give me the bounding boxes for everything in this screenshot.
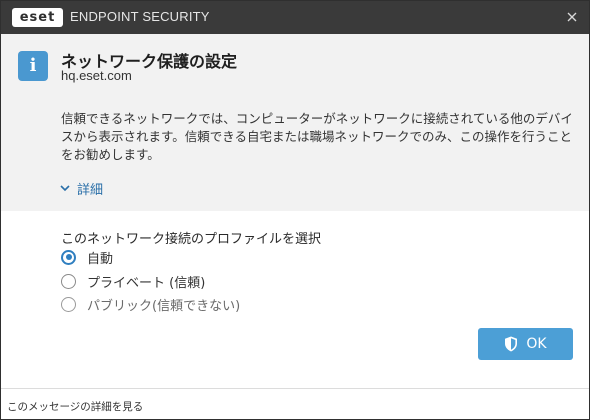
radio-button[interactable] [61,273,76,289]
radio-button[interactable] [61,296,76,312]
app-title: ENDPOINT SECURITY [70,9,210,24]
eset-logo: eset [12,8,63,27]
details-label: 詳細 [77,182,104,198]
dialog-description: 信頼できるネットワークでは、コンピューターがネットワークに接続されている他のデバ… [61,111,573,162]
radio-option-label: プライベート (信頼) [87,275,206,291]
radio-option-public[interactable]: パブリック(信頼できない) [61,295,241,314]
details-toggle[interactable]: 詳細 [59,179,104,198]
ok-label: OK [526,336,547,352]
chevron-down-icon [60,185,70,192]
network-name: hq.eset.com [61,68,132,83]
radio-button[interactable] [61,249,76,265]
close-icon [567,12,577,22]
close-button[interactable] [561,6,583,28]
info-icon: i [18,51,48,81]
radio-option-private[interactable]: プライベート (信頼) [61,272,206,291]
radio-option-label: パブリック(信頼できない) [87,298,241,314]
brand-logo-text: eset [19,10,56,25]
radio-option-label: 自動 [87,251,114,267]
info-panel: i ネットワーク保護の設定 hq.eset.com 信頼できるネットワークでは、… [1,34,589,211]
footer-divider [1,388,589,389]
dialog-window: eset ENDPOINT SECURITY i ネットワーク保護の設定 hq.… [0,0,590,420]
profile-label: このネットワーク接続のプロファイルを選択 [61,232,322,247]
ok-button[interactable]: OK [478,328,573,360]
message-details-link[interactable]: このメッセージの詳細を見る [7,399,143,414]
shield-icon [505,336,518,352]
title-bar: eset ENDPOINT SECURITY [1,1,589,34]
radio-option-auto[interactable]: 自動 [61,248,114,267]
